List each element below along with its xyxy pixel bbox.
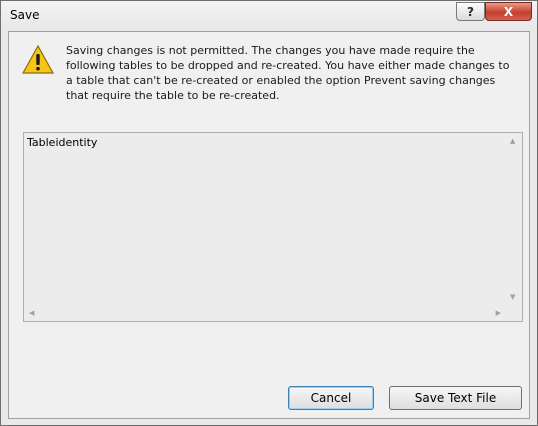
list-item[interactable]: Tableidentity [27,136,97,149]
close-icon: X [503,4,514,19]
close-button[interactable]: X [485,2,532,21]
window-title: Save [10,8,40,22]
dialog-body: Saving changes is not permitted. The cha… [8,31,530,419]
save-text-file-button[interactable]: Save Text File [389,386,522,410]
cancel-button[interactable]: Cancel [288,386,374,410]
warning-message: Saving changes is not permitted. The cha… [66,44,510,102]
scroll-up-arrow-icon[interactable]: ▲ [510,137,515,145]
title-bar[interactable]: Save ? X [1,1,537,31]
save-dialog-window: Save ? X Saving changes is not permitted… [0,0,538,426]
scroll-left-arrow-icon[interactable]: ◀ [29,309,34,317]
save-text-file-button-label: Save Text File [414,391,497,405]
scroll-corner [506,305,522,321]
cancel-button-label: Cancel [310,391,352,405]
help-icon: ? [467,4,474,19]
vertical-scrollbar[interactable]: ▲ ▼ [506,133,522,305]
horizontal-scrollbar[interactable]: ◀ ▶ [24,305,506,321]
scroll-down-arrow-icon[interactable]: ▼ [510,293,515,301]
scroll-right-arrow-icon[interactable]: ▶ [496,309,501,317]
affected-tables-list[interactable]: Tableidentity ▲ ▼ ◀ ▶ [23,132,523,322]
help-button[interactable]: ? [456,2,485,21]
warning-icon [22,44,54,74]
